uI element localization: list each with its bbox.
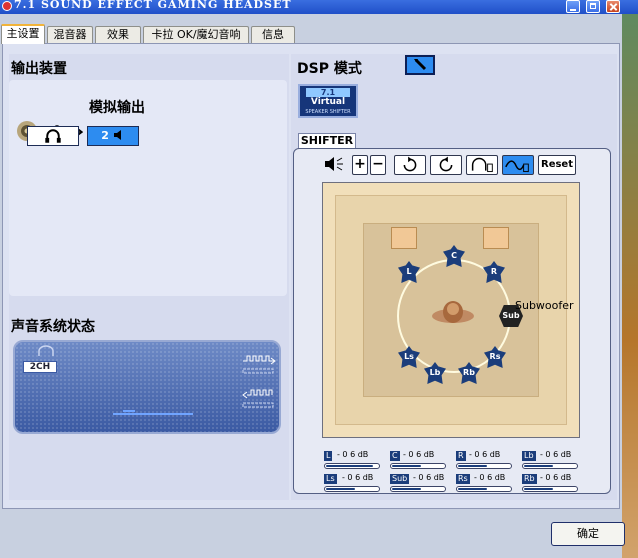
window-title: 7.1 SOUND EFFECT GAMING HEADSET (14, 0, 292, 11)
speaker-count-label: 2 (101, 129, 109, 142)
headphone-output-button[interactable] (27, 126, 79, 146)
plus-icon: + (354, 156, 366, 172)
level-bar[interactable] (456, 463, 512, 469)
level-tag: Sub (390, 474, 410, 484)
level-value: - 0 6 dB (540, 473, 572, 482)
level-value: - 0 6 dB (540, 450, 572, 459)
level-slider-sub[interactable]: Sub - 0 6 dB (390, 473, 448, 496)
volume-down-button[interactable]: − (370, 155, 386, 175)
speaker-right-surround[interactable]: Rs (484, 346, 506, 368)
level-slider-l[interactable]: L - 0 6 dB (324, 450, 382, 473)
level-value: - 0 6 dB (474, 473, 506, 482)
level-value: - 0 6 dB (337, 450, 369, 459)
maximize-button[interactable] (586, 0, 600, 13)
level-meter (113, 410, 193, 415)
speaker-output-button[interactable]: 2 (87, 126, 139, 146)
level-slider-rb[interactable]: Rb - 0 6 dB (522, 473, 580, 496)
level-bar[interactable] (390, 486, 446, 492)
level-value: - 0 6 dB (413, 473, 445, 482)
level-tag: Rs (456, 474, 470, 484)
rotate-counterclockwise-button[interactable] (430, 155, 462, 175)
analog-output-label: 模拟输出 (89, 100, 145, 116)
logo-line-2: Virtual (310, 97, 346, 107)
level-slider-lb[interactable]: Lb - 0 6 dB (522, 450, 580, 473)
subwoofer-label: Subwoofer (515, 299, 574, 312)
headset-outline-icon (38, 345, 54, 356)
right-pane: DSP 模式 7.1 Virtual SPEAKER SHIFTER SHIFT… (291, 54, 617, 500)
input-signal-icon (242, 389, 274, 408)
left-front-speaker-box (391, 227, 417, 249)
listener-head-icon (432, 301, 474, 323)
wrench-icon (414, 58, 427, 71)
virtual-speaker-shifter-logo[interactable]: 7.1 Virtual SPEAKER SHIFTER (298, 84, 358, 118)
level-value: - 0 6 dB (342, 473, 374, 482)
headphone-mode-button[interactable] (466, 155, 498, 175)
level-bar[interactable] (324, 486, 380, 492)
speaker-right-back[interactable]: Rb (458, 362, 480, 384)
speaker-left-surround[interactable]: Ls (398, 346, 420, 368)
logo-line-3: SPEAKER SHIFTER (305, 109, 351, 115)
level-slider-ls[interactable]: Ls - 0 6 dB (324, 473, 382, 496)
speaker-right[interactable]: R (483, 261, 505, 283)
tab-info[interactable]: 信息 (251, 26, 295, 43)
level-bar[interactable] (522, 463, 578, 469)
output-device-panel: 模拟输出 2 (9, 80, 287, 296)
headphone-hand-icon (471, 157, 493, 173)
right-front-speaker-box (483, 227, 509, 249)
dsp-mode-heading: DSP 模式 (297, 61, 362, 77)
level-tag: Rb (522, 474, 537, 484)
level-tag: R (456, 451, 466, 461)
rotate-cw-icon (403, 156, 417, 172)
level-tag: Ls (324, 474, 337, 484)
speaker-left[interactable]: L (398, 261, 420, 283)
level-tag: C (390, 451, 400, 461)
title-bar: 7.1 SOUND EFFECT GAMING HEADSET (0, 0, 638, 14)
level-value: - 0 6 dB (403, 450, 435, 459)
tab-effects[interactable]: 效果 (95, 26, 141, 43)
virtual-room[interactable]: C L R Sub Ls Lb Rb Rs Subwoofer (322, 182, 580, 438)
mute-button[interactable] (322, 155, 346, 175)
output-device-heading: 输出装置 (11, 61, 67, 77)
minimize-button[interactable] (566, 0, 580, 13)
wave-mode-button[interactable] (502, 155, 534, 175)
speaker-left-back[interactable]: Lb (424, 362, 446, 384)
ok-button[interactable]: 确定 (551, 522, 625, 546)
level-slider-r[interactable]: R- 0 6 dB (456, 450, 514, 473)
dsp-mode-button[interactable] (405, 55, 435, 75)
app-icon (2, 1, 12, 11)
shifter-panel: + − Reset C L R Sub Ls Lb Rb Rs Subwoofe… (293, 148, 611, 494)
level-bar[interactable] (456, 486, 512, 492)
wave-hand-icon (505, 160, 529, 173)
reset-button[interactable]: Reset (538, 155, 576, 175)
rotate-ccw-icon (439, 156, 453, 172)
sound-system-status-heading: 声音系统状态 (11, 319, 95, 335)
level-tag: L (324, 451, 333, 461)
sound-system-status-display: 2CH (13, 340, 281, 434)
close-button[interactable] (606, 0, 620, 13)
level-bar[interactable] (324, 463, 380, 469)
channel-badge: 2CH (23, 361, 57, 373)
shifter-tab[interactable]: SHIFTER (298, 133, 356, 149)
level-bar[interactable] (522, 486, 578, 492)
logo-line-1: 7.1 (306, 88, 350, 97)
level-bar[interactable] (390, 463, 446, 469)
level-slider-c[interactable]: C- 0 6 dB (390, 450, 448, 473)
level-tag: Lb (522, 451, 536, 461)
volume-up-button[interactable]: + (352, 155, 368, 175)
speaker-small-icon (113, 130, 121, 140)
headphone-icon (45, 129, 61, 143)
minus-icon: − (372, 156, 384, 172)
rotate-clockwise-button[interactable] (394, 155, 426, 175)
level-value: - 0 6 dB (469, 450, 501, 459)
main-panel: 输出装置 模拟输出 2 声音系统状态 2CH DSP 模式 7.1 Virtua… (2, 43, 620, 509)
tab-strip: 主设置 混音器 效果 卡拉 OK/魔幻音响 信息 (0, 24, 600, 44)
desktop-background (622, 14, 638, 558)
level-slider-rs[interactable]: Rs - 0 6 dB (456, 473, 514, 496)
speaker-center[interactable]: C (443, 245, 465, 267)
output-signal-icon (242, 355, 276, 374)
tab-mixer[interactable]: 混音器 (47, 26, 93, 43)
tab-karaoke[interactable]: 卡拉 OK/魔幻音响 (143, 26, 249, 43)
speaker-volume-icon (325, 157, 343, 171)
tab-main-settings[interactable]: 主设置 (1, 24, 45, 44)
